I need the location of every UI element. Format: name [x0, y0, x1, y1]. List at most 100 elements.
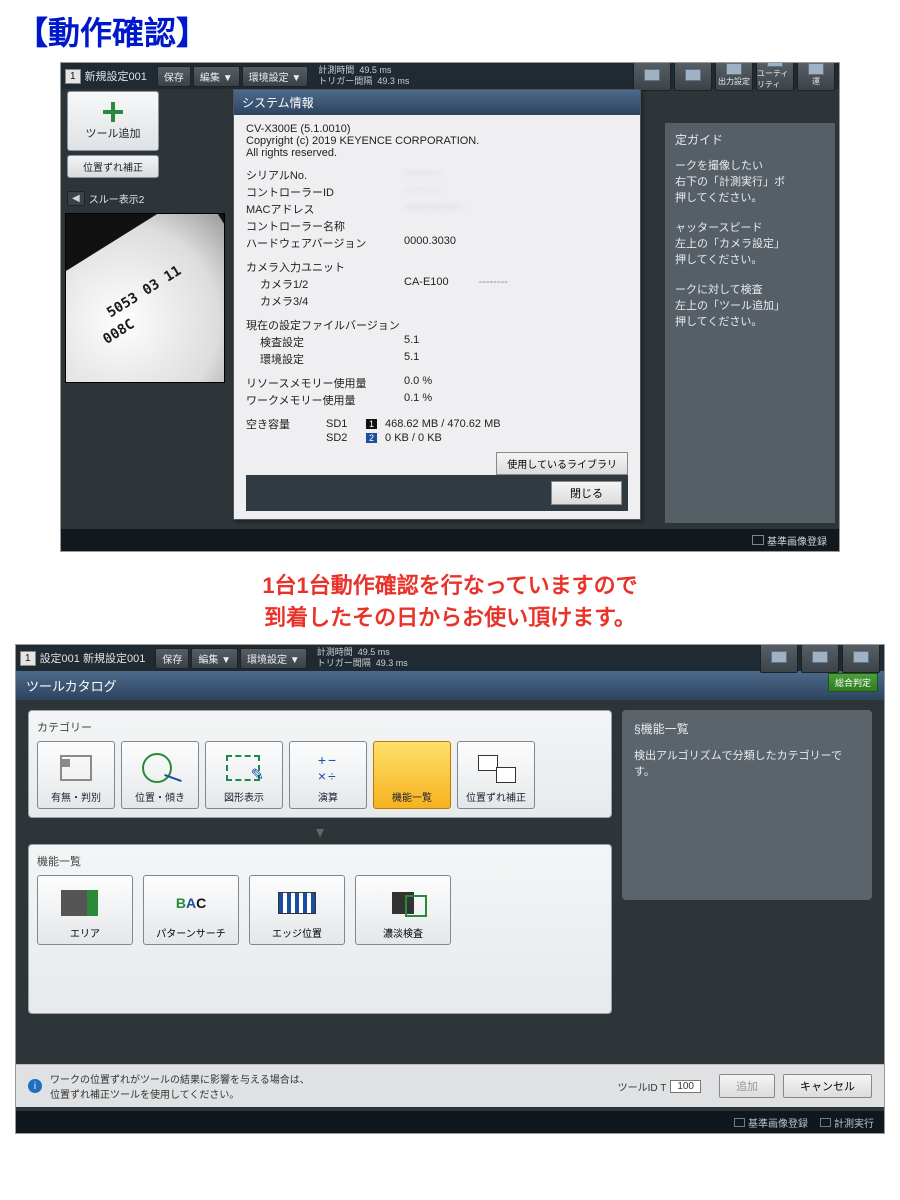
- screenshot-tool-catalog: 1 設定001 新規設定001 保存 編集 ▼ 環境設定 ▼ 計測時間 49.5…: [15, 644, 885, 1134]
- alignment-icon: [474, 751, 518, 785]
- screenshot-system-info: 1 新規設定001 保存 編集 ▼ 環境設定 ▼ 計測時間 49.5 ms トリ…: [60, 62, 840, 552]
- through-display-bar: ◀ スルー表示2: [67, 191, 144, 206]
- camera-12-label: カメラ1/2: [246, 276, 404, 292]
- description-title: §機能一覧: [634, 720, 860, 737]
- edit-menu[interactable]: 編集 ▼: [193, 66, 240, 87]
- timing-stats: 計測時間 49.5 ms トリガー間隔 49.3 ms: [318, 65, 409, 87]
- tool-icon: [771, 651, 787, 663]
- env-setting-label: 環境設定: [246, 351, 404, 367]
- file-version-heading: 現在の設定ファイルバージョン: [246, 317, 628, 333]
- run-measurement[interactable]: 計測実行: [820, 1115, 874, 1130]
- resource-mem-label: リソースメモリー使用量: [246, 375, 404, 391]
- resource-mem-value: 0.0 %: [404, 375, 432, 391]
- catalog-footer: i ワークの位置ずれがツールの結果に影響を与える場合は、 位置ずれ補正ツールを使…: [16, 1064, 884, 1107]
- toolbar-button[interactable]: [842, 644, 880, 673]
- category-tile-calc[interactable]: +−×÷演算: [289, 741, 367, 809]
- gear-icon: [726, 63, 742, 75]
- camera-preview: 5053 03 11 008C: [65, 213, 225, 383]
- save-menu[interactable]: 保存: [155, 648, 189, 669]
- hw-version-value: 0000.3030: [404, 235, 456, 251]
- function-list-label: 機能一覧: [37, 853, 603, 869]
- tool-icon: [644, 69, 660, 81]
- status-bar: 基準画像登録 計測実行: [16, 1111, 884, 1133]
- category-tile-graphic[interactable]: 図形表示: [205, 741, 283, 809]
- area-icon: [55, 885, 115, 921]
- mac-label: MACアドレス: [246, 201, 404, 217]
- program-index-badge: 1: [20, 651, 36, 666]
- toolbar-button-generic-1[interactable]: [633, 62, 671, 91]
- left-tool-panel: ツール追加 位置ずれ補正: [67, 91, 159, 178]
- program-title: 新規設定001: [85, 68, 147, 84]
- env-menu[interactable]: 環境設定 ▼: [240, 648, 307, 669]
- toolbar-icons: 出力設定 ユーティリティ 運: [633, 62, 835, 91]
- utility-button[interactable]: ユーティリティ: [756, 62, 794, 91]
- category-tile-functions[interactable]: 機能一覧: [373, 741, 451, 809]
- sd2-value: 0 KB / 0 KB: [385, 432, 442, 444]
- free-space-label: 空き容量: [246, 416, 318, 432]
- base-image-register[interactable]: 基準画像登録: [734, 1115, 808, 1130]
- base-image-register[interactable]: 基準画像登録: [752, 533, 827, 548]
- toolbar-button-generic-2[interactable]: [674, 62, 712, 91]
- category-tile-presence[interactable]: 有無・判別: [37, 741, 115, 809]
- function-tile-edge[interactable]: エッジ位置: [249, 875, 345, 945]
- controller-id-value: ··········: [404, 184, 441, 200]
- guide-title: 定ガイド: [675, 131, 825, 148]
- work-mem-label: ワークメモリー使用量: [246, 392, 404, 408]
- tool-icon: [853, 651, 869, 663]
- sd2-badge: 2: [366, 433, 377, 443]
- play-icon: [820, 1118, 831, 1127]
- wrench-icon: [767, 62, 783, 67]
- program-title: 設定001 新規設定001: [40, 650, 146, 666]
- toolbar-icons: [760, 644, 880, 673]
- camera-unit-heading: カメラ入力ユニット: [246, 259, 628, 275]
- alignment-correction-button[interactable]: 位置ずれ補正: [67, 155, 159, 178]
- description-panel: §機能一覧 検出アルゴリズムで分類したカテゴリーです。: [622, 710, 872, 900]
- position-icon: [138, 751, 182, 785]
- tool-id-value: 100: [670, 1080, 701, 1093]
- save-menu[interactable]: 保存: [157, 66, 191, 87]
- category-tile-position[interactable]: 位置・傾き: [121, 741, 199, 809]
- category-label: カテゴリー: [37, 719, 603, 735]
- tool-icon: [685, 69, 701, 81]
- page-heading: 【動作確認】: [0, 0, 900, 58]
- inspection-setting-label: 検査設定: [246, 334, 404, 350]
- serial-label: シリアルNo.: [246, 167, 404, 183]
- close-button[interactable]: 閉じる: [551, 481, 622, 505]
- run-button[interactable]: 運: [797, 62, 835, 91]
- function-tile-pattern[interactable]: BACパターンサーチ: [143, 875, 239, 945]
- timing-stats: 計測時間 49.5 ms トリガー間隔 49.3 ms: [317, 647, 408, 669]
- add-tool-button[interactable]: ツール追加: [67, 91, 159, 151]
- marketing-caption: 1台1台動作確認を行なっていますので 到着したその日からお使い頂けます。: [0, 570, 900, 634]
- inspection-setting-value: 5.1: [404, 334, 419, 350]
- tool-catalog-title: ツールカタログ: [16, 671, 884, 700]
- env-menu[interactable]: 環境設定 ▼: [242, 66, 309, 87]
- shade-icon: [373, 885, 433, 921]
- pattern-icon: BAC: [161, 885, 221, 921]
- edit-menu[interactable]: 編集 ▼: [191, 648, 238, 669]
- work-mem-value: 0.1 %: [404, 392, 432, 408]
- output-settings-button[interactable]: 出力設定: [715, 62, 753, 91]
- add-button[interactable]: 追加: [719, 1074, 775, 1098]
- tool-icon: [812, 651, 828, 663]
- category-tile-alignment[interactable]: 位置ずれ補正: [457, 741, 535, 809]
- cancel-button[interactable]: キャンセル: [783, 1074, 872, 1098]
- program-index-badge: 1: [65, 69, 81, 84]
- prev-arrow[interactable]: ◀: [67, 191, 85, 206]
- function-tile-area[interactable]: エリア: [37, 875, 133, 945]
- dialog-title: システム情報: [234, 90, 640, 115]
- function-list-panel: 機能一覧 エリア BACパターンサーチ エッジ位置 濃淡検査: [28, 844, 612, 1014]
- expand-arrow-icon: ▼: [28, 824, 612, 840]
- sd1-value: 468.62 MB / 470.62 MB: [385, 418, 501, 430]
- category-panel: カテゴリー 有無・判別 位置・傾き 図形表示 +−×÷演算 機能一覧 位置ずれ補…: [28, 710, 612, 818]
- plus-icon: [103, 102, 123, 122]
- toolbar-button[interactable]: [760, 644, 798, 673]
- image-icon: [734, 1118, 745, 1127]
- sd1-label: SD1: [326, 418, 358, 430]
- toolbar-button[interactable]: [801, 644, 839, 673]
- camera-34-label: カメラ3/4: [246, 293, 404, 309]
- through-display-label: スルー表示2: [89, 191, 145, 206]
- guide-panel: 定ガイド ークを撮像したい右下の「計測実行」ボ押してください。 ャッタースピード…: [665, 123, 835, 523]
- mac-value: ··:··:··:··:··:··: [404, 201, 463, 217]
- used-libraries-button[interactable]: 使用しているライブラリ: [496, 452, 628, 475]
- function-tile-shade[interactable]: 濃淡検査: [355, 875, 451, 945]
